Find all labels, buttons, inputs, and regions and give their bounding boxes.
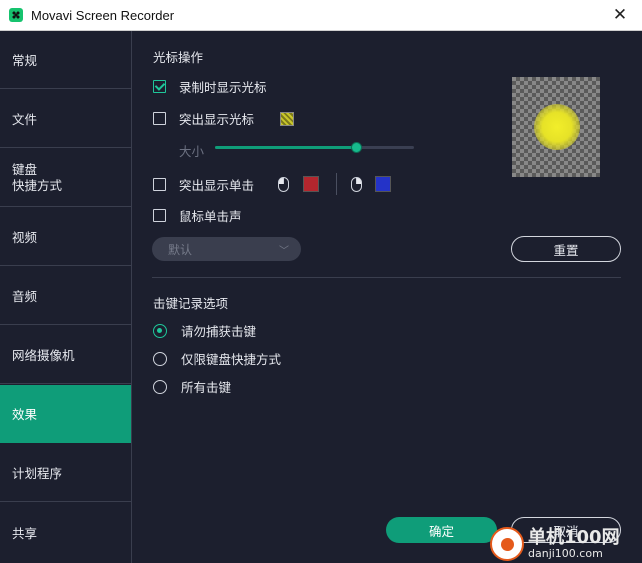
sidebar-item-video[interactable]: 视频 — [0, 208, 131, 266]
left-click-mouse-icon — [278, 176, 290, 192]
sidebar-item-share[interactable]: 共享 — [0, 503, 131, 561]
sidebar-item-label: 效果 — [12, 407, 38, 422]
keystroke-option-row[interactable]: 所有击键 — [153, 377, 231, 396]
effects-panel: 光标操作 录制时显示光标 突出显示光标 大小 突出显示单击 鼠标单击声 默认 ﹀… — [132, 31, 642, 563]
sidebar-item-scheduler[interactable]: 计划程序 — [0, 444, 131, 502]
sidebar-item-label: 共享 — [12, 525, 38, 541]
chevron-down-icon: ﹀ — [279, 246, 289, 257]
sidebar-item-label: 常规 — [12, 53, 38, 68]
section-divider — [152, 277, 621, 278]
sidebar-item-label: 键盘 — [12, 161, 38, 177]
sidebar-item-label: 音频 — [12, 289, 38, 304]
watermark-logo-icon — [490, 527, 524, 561]
sidebar: 常规 文件 键盘 快捷方式 视频 音频 网络摄像机 效果 计划程序 共享 — [0, 31, 132, 563]
all-keystrokes-radio[interactable] — [153, 379, 167, 394]
keystroke-option-row[interactable]: 仅限键盘快捷方式 — [153, 349, 281, 368]
right-click-mouse-icon — [351, 176, 363, 192]
app-logo-icon — [9, 8, 23, 22]
sidebar-item-label: 视频 — [12, 230, 38, 245]
sidebar-item-audio[interactable]: 音频 — [0, 267, 131, 325]
no-keystrokes-radio[interactable] — [153, 323, 167, 338]
click-sound-label: 鼠标单击声 — [179, 209, 242, 224]
reset-button[interactable]: 重置 — [511, 236, 621, 262]
click-sound-select-value: 默认 — [168, 242, 193, 257]
click-sound-select[interactable]: 默认 ﹀ — [152, 237, 301, 261]
size-label: 大小 — [179, 144, 205, 159]
keystroke-option-row[interactable]: 请勿捕获击键 — [153, 321, 256, 340]
watermark-title: 单机100网 — [528, 527, 620, 548]
cursor-highlight-preview-icon — [534, 104, 580, 150]
highlight-cursor-label: 突出显示光标 — [179, 112, 255, 127]
highlight-clicks-label: 突出显示单击 — [179, 177, 255, 193]
click-sound-checkbox[interactable] — [153, 209, 166, 222]
sidebar-item-keyboard-shortcuts[interactable]: 键盘 快捷方式 — [0, 149, 131, 207]
keystrokes-section-title: 击键记录选项 — [153, 296, 229, 311]
shortcuts-only-label: 仅限键盘快捷方式 — [181, 352, 282, 367]
cursor-preview — [512, 77, 600, 177]
no-keystrokes-label: 请勿捕获击键 — [181, 324, 257, 339]
sidebar-item-effects[interactable]: 效果 — [0, 385, 131, 443]
sidebar-item-files[interactable]: 文件 — [0, 90, 131, 148]
highlight-cursor-checkbox[interactable] — [153, 112, 166, 125]
sidebar-item-webcam[interactable]: 网络摄像机 — [0, 326, 131, 384]
sidebar-item-general[interactable]: 常规 — [0, 31, 131, 89]
title-bar: Movavi Screen Recorder ✕ — [0, 0, 642, 31]
divider — [336, 173, 338, 195]
ok-button[interactable]: 确定 — [386, 517, 497, 543]
sidebar-item-label: 网络摄像机 — [12, 348, 75, 363]
cursor-section-title: 光标操作 — [153, 50, 204, 65]
show-cursor-label: 录制时显示光标 — [179, 80, 267, 95]
sidebar-item-label-line2: 快捷方式 — [12, 177, 63, 193]
size-slider[interactable] — [215, 142, 414, 153]
size-slider-fill — [215, 146, 357, 149]
close-button[interactable]: ✕ — [598, 0, 642, 30]
click-sound-row: 鼠标单击声 — [153, 206, 242, 225]
sidebar-item-label: 计划程序 — [12, 466, 63, 481]
highlight-clicks-row: 突出显示单击 — [153, 173, 392, 195]
left-click-color-swatch[interactable] — [303, 176, 320, 192]
highlight-clicks-checkbox[interactable] — [153, 177, 166, 191]
watermark-url: danji100.com — [528, 547, 603, 560]
highlight-color-swatch[interactable] — [280, 111, 295, 126]
size-slider-thumb[interactable] — [351, 142, 363, 153]
shortcuts-only-radio[interactable] — [153, 351, 167, 366]
right-click-color-swatch[interactable] — [375, 176, 392, 192]
show-cursor-checkbox[interactable] — [153, 80, 166, 93]
highlight-cursor-row: 突出显示光标 — [153, 109, 295, 128]
sidebar-item-label: 文件 — [12, 112, 38, 127]
watermark: 单机100网 danji100.com — [490, 523, 640, 563]
window-title: Movavi Screen Recorder — [31, 7, 175, 23]
size-row: 大小 — [179, 141, 204, 160]
show-cursor-row: 录制时显示光标 — [153, 77, 267, 96]
all-keystrokes-label: 所有击键 — [181, 380, 232, 395]
